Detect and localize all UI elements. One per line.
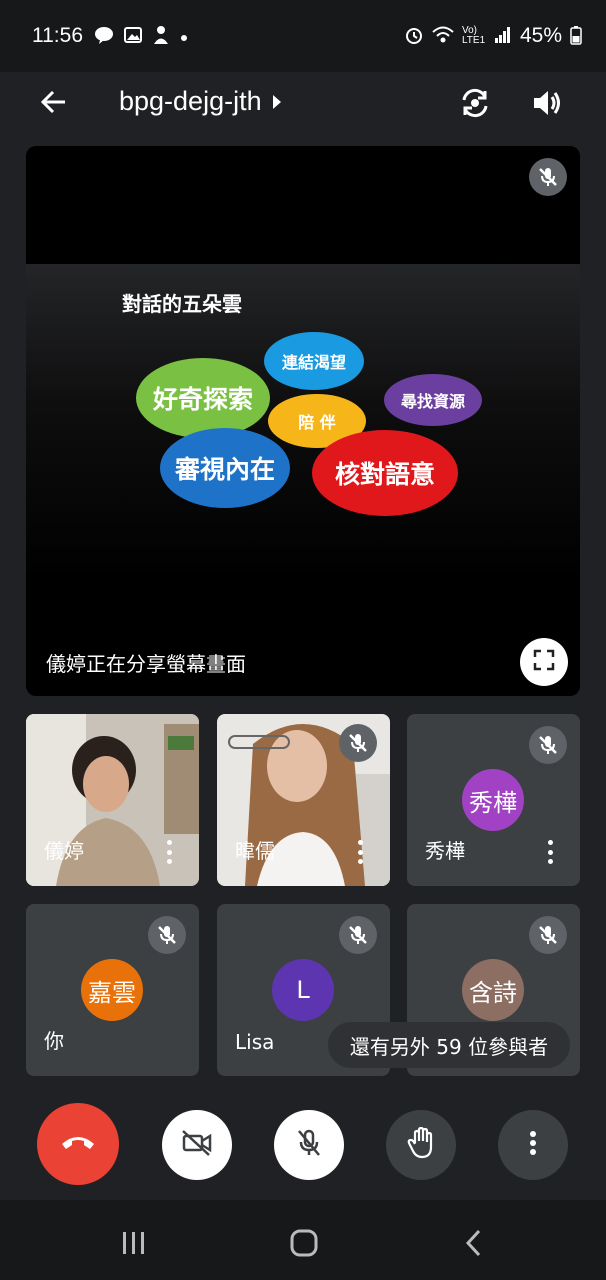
participant-tile-self[interactable]: 嘉雲 你 [26,904,199,1076]
system-nav-bar [0,1200,606,1280]
fullscreen-button[interactable] [520,638,568,686]
hand-icon [407,1126,435,1163]
cloud-inner: 審視內在 [160,428,290,508]
speaker-icon[interactable] [530,86,564,120]
mic-off-icon [529,726,567,764]
mic-off-icon [295,1128,323,1162]
participant-tile[interactable]: 儀婷 [26,714,199,886]
back-arrow-icon[interactable] [38,86,70,118]
cloud-verify: 核對語意 [312,430,458,516]
cloud-connect: 連結渴望 [264,332,364,390]
avatar: 秀樺 [462,769,524,831]
cloud-resources: 尋找資源 [384,374,482,426]
meeting-code: bpg-dejg-jth [119,86,262,116]
status-bar: 11:56 Vo) LTE1 45% [0,0,606,72]
more-vert-icon [529,1130,537,1160]
participant-name: 你 [44,1029,64,1053]
network-label: Vo) LTE1 [461,25,486,46]
line-icon [94,26,114,48]
gallery-icon [124,26,142,48]
camera-off-icon [181,1129,213,1161]
screen-share-tile[interactable]: 對話的五朵雲 好奇探索 連結渴望 尋找資源 陪 伴 審視內在 核對語意 儀婷正在… [26,146,580,696]
battery-icon [570,25,582,48]
raise-hand-button[interactable] [386,1110,456,1180]
sharing-label: 儀婷正在分享螢幕畫面 [46,652,246,676]
participant-name: 儀婷 [44,839,84,863]
more-options-icon[interactable] [546,840,554,864]
mic-off-icon [148,916,186,954]
mic-off-icon [529,158,567,196]
recent-apps-icon[interactable] [114,1226,154,1260]
mic-off-icon [529,916,567,954]
more-participants-pill[interactable]: 還有另外 59 位參與者 [328,1022,570,1068]
avatar: 嘉雲 [81,959,143,1021]
system-status: Vo) LTE1 45% [404,24,582,48]
meeting-header: bpg-dejg-jth [0,72,606,142]
battery-percent: 45% [519,24,562,47]
participant-name: 秀樺 [425,839,465,863]
participant-tile[interactable]: 暐儒 [217,714,390,886]
more-options-button[interactable] [498,1110,568,1180]
cloud-curiosity: 好奇探索 [136,358,270,438]
call-controls [0,1100,606,1190]
avatar: L [272,959,334,1021]
slide-title: 對話的五朵雲 [122,292,242,316]
home-icon[interactable] [284,1226,324,1260]
signal-icon [494,26,512,47]
mic-toggle-button[interactable] [274,1110,344,1180]
dot-icon [180,29,188,46]
app-icon [152,25,170,49]
caret-right-icon [272,86,282,117]
mic-off-icon [339,916,377,954]
mic-off-icon [339,724,377,762]
more-options-icon[interactable] [165,840,173,864]
hang-up-icon [60,1132,96,1156]
participant-name: Lisa [235,1030,275,1054]
participant-name: 暐儒 [235,839,275,863]
more-options-icon[interactable] [356,840,364,864]
fullscreen-icon [533,649,555,675]
notification-icons [94,25,188,49]
wifi-icon [432,26,454,47]
alarm-icon [404,25,424,48]
clock: 11:56 [32,24,83,47]
meeting-title[interactable]: bpg-dejg-jth [119,86,282,117]
switch-camera-icon[interactable] [458,86,492,120]
participant-tile[interactable]: 秀樺 秀樺 [407,714,580,886]
back-nav-icon[interactable] [454,1226,494,1260]
camera-toggle-button[interactable] [162,1110,232,1180]
end-call-button[interactable] [37,1103,119,1185]
presentation-slide: 對話的五朵雲 好奇探索 連結渴望 尋找資源 陪 伴 審視內在 核對語意 [26,264,580,580]
avatar: 含詩 [462,959,524,1021]
